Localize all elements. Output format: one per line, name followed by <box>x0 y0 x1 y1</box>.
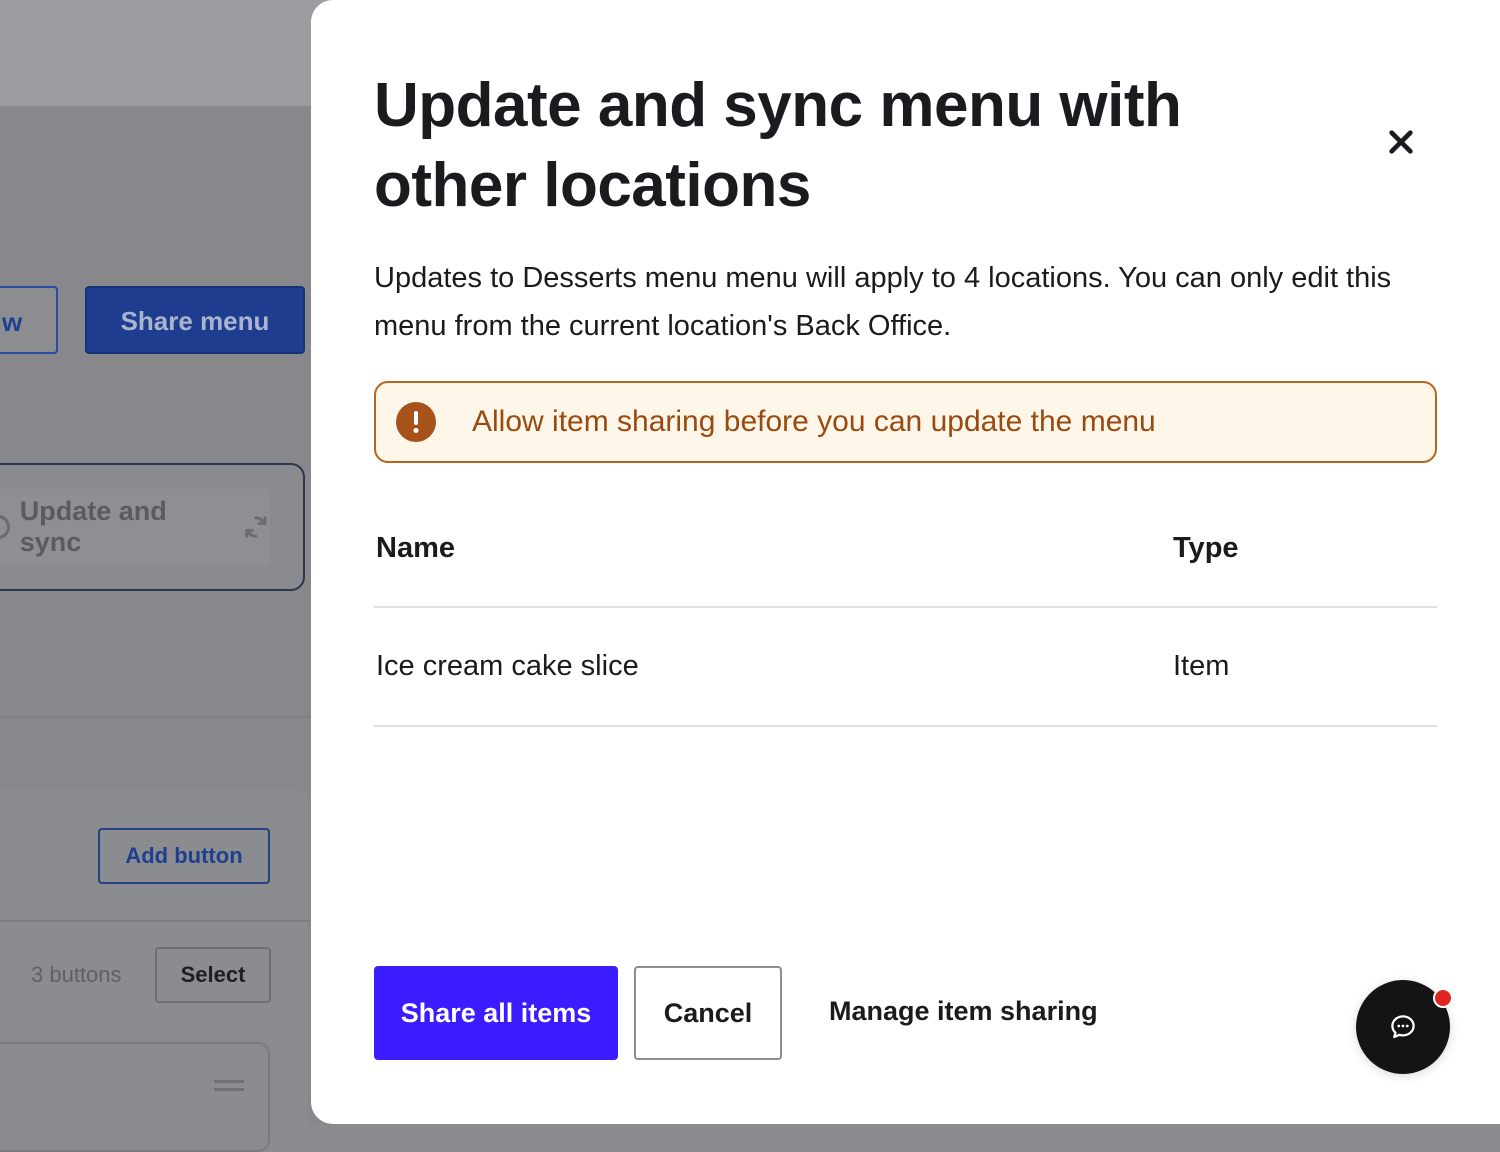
update-sync-modal: Update and sync menu with other location… <box>311 0 1500 1124</box>
background-topbar <box>0 0 330 106</box>
background-update-sync-label: Update and sync <box>19 496 167 557</box>
table-header-divider <box>374 606 1437 608</box>
background-button-count: 3 buttons <box>31 962 122 987</box>
background-share-menu-button: Share menu <box>85 286 305 354</box>
alert-text: Allow item sharing before you can update… <box>472 405 1156 438</box>
background-divider <box>0 716 310 718</box>
background-update-sync-button: Update and sync <box>0 489 270 565</box>
notification-dot <box>1433 988 1453 1008</box>
loading-spinner-icon <box>0 515 10 539</box>
background-button-card <box>0 1042 270 1152</box>
cancel-button[interactable]: Cancel <box>634 966 782 1060</box>
warning-alert: Allow item sharing before you can update… <box>374 381 1437 463</box>
column-header-name: Name <box>376 532 455 564</box>
sync-icon <box>245 516 267 538</box>
background-sync-card: Update and sync <box>0 463 305 591</box>
modal-description: Updates to Desserts menu menu will apply… <box>374 262 1392 342</box>
background-add-button: Add button <box>98 828 270 884</box>
modal-title: Update and sync menu with other location… <box>374 71 1182 220</box>
background-select-button: Select <box>155 947 271 1003</box>
chat-bubble-icon <box>1391 1015 1415 1039</box>
column-header-type: Type <box>1173 532 1239 564</box>
drag-handle-icon <box>214 1080 244 1094</box>
manage-item-sharing-link[interactable]: Manage item sharing <box>829 996 1098 1027</box>
background-divider <box>0 920 310 922</box>
close-icon <box>1389 130 1413 154</box>
share-all-items-button[interactable]: Share all items <box>374 966 618 1060</box>
table-row-divider <box>374 725 1437 727</box>
exclamation-circle-icon <box>396 402 436 442</box>
table-row-type: Item <box>1173 650 1230 682</box>
background-view-button: w <box>0 286 58 354</box>
close-button[interactable] <box>1379 120 1423 164</box>
table-row-name: Ice cream cake slice <box>376 650 639 682</box>
